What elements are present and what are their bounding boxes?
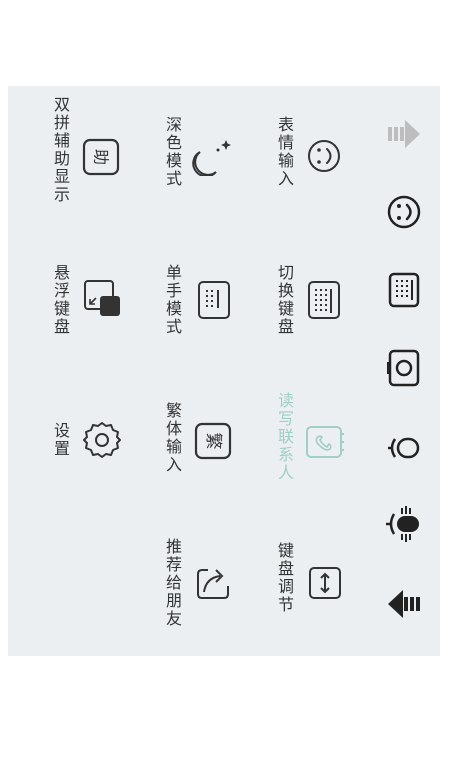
switch-keyboard-icon[interactable] <box>306 280 342 320</box>
settings-label[interactable]: 设置 <box>48 422 72 458</box>
emoji-icon[interactable] <box>386 194 422 230</box>
camera-icon[interactable] <box>386 348 422 388</box>
emoji-input-icon[interactable] <box>306 138 342 174</box>
traditional-input-label[interactable]: 繁体输入 <box>160 402 184 474</box>
traditional-input-icon[interactable]: 繁 <box>194 422 232 460</box>
one-hand-mode-icon[interactable] <box>196 280 232 320</box>
forward-arrow-icon[interactable] <box>386 116 422 152</box>
keyboard-adjust-icon[interactable] <box>308 566 342 600</box>
shuangpin-icon[interactable]: 助 <box>82 138 120 176</box>
settings-icon[interactable] <box>82 420 122 460</box>
recommend-friends-label[interactable]: 推荐给朋友 <box>160 538 184 628</box>
toolbar-panel: 表情输入 切换键盘 读写联系人 键盘调节 深色模式 单手模式 繁 繁体输入 推荐… <box>8 86 440 656</box>
keyboard-adjust-label[interactable]: 键盘调节 <box>272 542 296 614</box>
dark-mode-label[interactable]: 深色模式 <box>160 116 184 188</box>
traditional-icon-char: 繁 <box>203 433 223 450</box>
shuangpin-display-label[interactable]: 双拼辅助显示 <box>48 96 72 204</box>
shuangpin-icon-char: 助 <box>92 149 111 165</box>
microphone-icon[interactable] <box>386 430 422 466</box>
emoji-input-label[interactable]: 表情输入 <box>272 116 296 188</box>
share-icon[interactable] <box>194 564 232 602</box>
contacts-icon <box>304 424 344 460</box>
read-contacts-label: 读写联系人 <box>275 392 294 482</box>
dark-mode-icon[interactable] <box>192 136 232 176</box>
back-arrow-icon[interactable] <box>386 586 422 622</box>
float-keyboard-icon[interactable] <box>82 278 122 318</box>
voice-recording-icon[interactable] <box>384 504 424 544</box>
one-hand-mode-label[interactable]: 单手模式 <box>160 264 184 336</box>
switch-keyboard-label[interactable]: 切换键盘 <box>272 264 296 336</box>
keyboard-icon[interactable] <box>388 272 420 308</box>
float-keyboard-label[interactable]: 悬浮键盘 <box>48 264 72 336</box>
